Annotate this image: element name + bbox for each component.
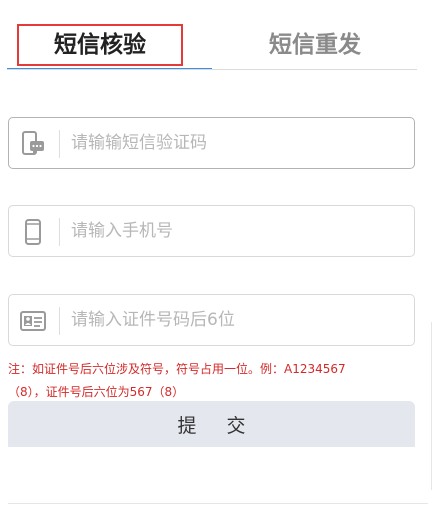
sms-code-field[interactable] — [8, 117, 415, 169]
mobile-phone-icon — [20, 219, 46, 245]
panel-edge — [431, 322, 432, 490]
id-format-note: 注：如证件号后六位涉及符号，符号占用一位。例：A1234567 （8），证件号后… — [8, 358, 413, 404]
field-separator — [59, 130, 60, 158]
field-separator — [59, 307, 60, 335]
phone-message-icon — [20, 131, 46, 157]
tab-divider — [7, 69, 417, 70]
sms-code-input[interactable] — [71, 118, 401, 168]
id-card-icon — [20, 308, 46, 334]
tab-sms-resend[interactable]: 短信重发 — [230, 24, 400, 66]
id-field[interactable] — [8, 294, 415, 346]
submit-button[interactable]: 提 交 — [8, 401, 415, 447]
phone-input[interactable] — [71, 206, 401, 256]
phone-field[interactable] — [8, 205, 415, 257]
tab-sms-verify[interactable]: 短信核验 — [17, 24, 183, 66]
bottom-divider — [8, 503, 428, 504]
field-separator — [59, 218, 60, 246]
note-line-1: 注：如证件号后六位涉及符号，符号占用一位。例：A1234567 — [8, 362, 346, 376]
id-suffix-input[interactable] — [71, 295, 401, 345]
